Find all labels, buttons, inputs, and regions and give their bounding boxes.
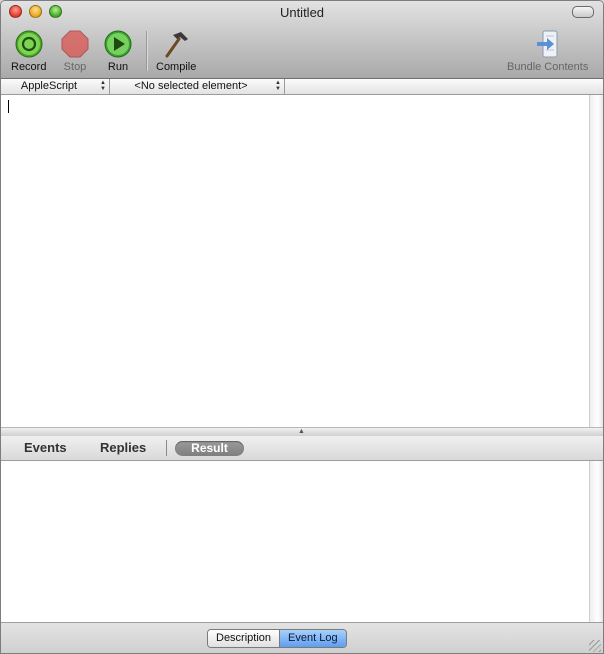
text-caret <box>8 100 9 113</box>
script-editor-text-area[interactable] <box>1 95 589 427</box>
compile-label: Compile <box>156 61 197 73</box>
script-editor-window: Untitled Record Stop Run Compile Bundle … <box>0 0 604 654</box>
tab-separator <box>166 440 167 456</box>
language-popup[interactable]: AppleScript ▲ ▼ <box>1 79 110 94</box>
compile-button[interactable]: Compile <box>156 29 196 73</box>
description-segment[interactable]: Description <box>208 630 281 647</box>
window-title: Untitled <box>279 5 325 20</box>
toolbar-separator <box>146 31 148 71</box>
language-popup-value: AppleScript <box>20 80 78 92</box>
record-icon <box>14 29 44 59</box>
element-popup-value: <No selected element> <box>134 80 248 92</box>
divider-handle-icon: ▲ <box>298 428 305 435</box>
record-label: Record <box>11 61 47 73</box>
editor-scrollbar[interactable] <box>589 95 603 427</box>
run-button[interactable]: Run <box>103 29 133 73</box>
toolbar: Untitled Record Stop Run Compile Bundle … <box>1 1 603 79</box>
bundle-contents-label: Bundle Contents <box>507 61 589 73</box>
element-popup[interactable]: <No selected element> ▲ ▼ <box>110 79 285 94</box>
hammer-icon <box>161 29 191 59</box>
navigation-bar: AppleScript ▲ ▼ <No selected element> ▲ ▼ <box>1 79 603 95</box>
record-button[interactable]: Record <box>11 29 46 73</box>
resize-grip-icon[interactable] <box>589 640 601 652</box>
run-icon <box>103 29 133 59</box>
result-pane[interactable] <box>1 461 589 622</box>
popup-arrows-icon: ▲ ▼ <box>100 80 106 92</box>
run-label: Run <box>107 61 129 73</box>
split-view-divider[interactable]: ▲ <box>1 427 603 436</box>
stop-icon <box>60 29 90 59</box>
tab-replies[interactable]: Replies <box>100 440 146 455</box>
tab-events[interactable]: Events <box>24 440 67 455</box>
popup-arrows-icon: ▲ ▼ <box>275 80 281 92</box>
result-scrollbar[interactable] <box>589 461 603 622</box>
log-tab-bar: Events Replies Result <box>1 436 603 461</box>
bottom-bar: Description Event Log <box>1 622 603 653</box>
tab-result[interactable]: Result <box>175 441 244 456</box>
event-log-segment[interactable]: Event Log <box>280 630 346 647</box>
bundle-contents-icon <box>533 29 563 59</box>
view-segmented-control: Description Event Log <box>207 629 347 648</box>
bundle-contents-button[interactable]: Bundle Contents <box>507 29 588 73</box>
toolbar-toggle-button[interactable] <box>572 6 594 18</box>
stop-label: Stop <box>63 61 87 73</box>
stop-button[interactable]: Stop <box>60 29 90 73</box>
